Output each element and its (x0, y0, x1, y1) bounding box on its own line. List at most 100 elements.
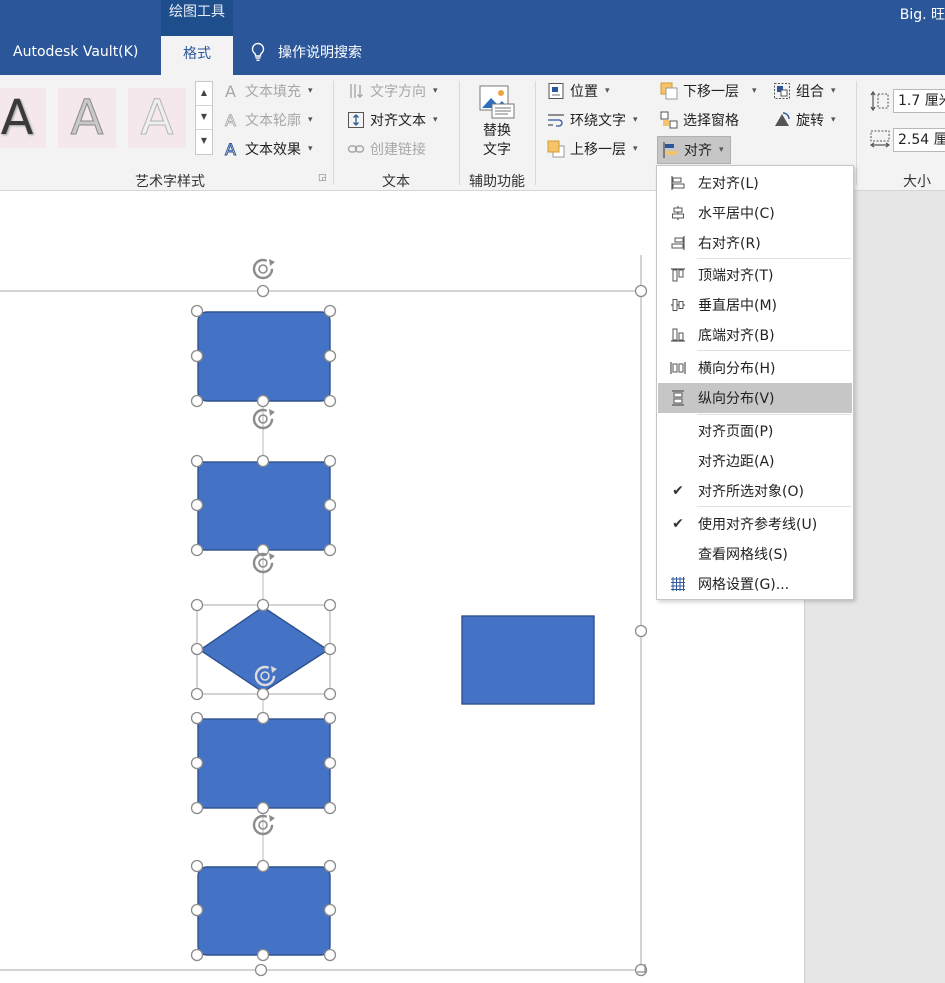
distribute-horizontal-icon (658, 360, 698, 376)
align-left-icon (658, 175, 698, 191)
grid-icon (658, 576, 698, 592)
menu-item-align-bottom[interactable]: 底端对齐(B) (658, 320, 852, 350)
align-center-icon (658, 205, 698, 221)
svg-text:A: A (225, 112, 236, 128)
tab-autodesk-vault[interactable]: Autodesk Vault(K) (13, 44, 138, 60)
group-button[interactable]: 组合 ▾ (773, 81, 836, 101)
height-icon (870, 90, 890, 116)
checkmark-icon: ✔ (672, 516, 684, 532)
wordart-styles-group-label: 艺术字样式 (135, 174, 205, 190)
send-backward-icon (660, 82, 678, 100)
canvas-handle[interactable] (254, 963, 268, 977)
send-backward-button[interactable]: 下移一层 ▾ (660, 81, 757, 101)
text-effects-button[interactable]: A 文本效果 ▾ (222, 139, 313, 159)
menu-item-align-right[interactable]: 右对齐(R) (658, 228, 852, 258)
align-icon (661, 141, 679, 159)
svg-text:A: A (225, 83, 236, 99)
group-icon (773, 82, 791, 100)
menu-item-view-gridlines[interactable]: 查看网格线(S) (658, 539, 852, 569)
checkmark-icon: ✔ (672, 483, 684, 499)
link-icon (347, 140, 365, 158)
alt-text-label: 替换 文字 (483, 123, 511, 158)
rotate-handle-icon[interactable] (252, 408, 275, 430)
menu-separator (697, 350, 851, 351)
menu-item-align-left[interactable]: 左对齐(L) (658, 168, 852, 198)
title-bar: 绘图工具 Big. 旺 Autodesk Vault(K) 格式 操作说明搜索 (0, 0, 945, 75)
flowchart-rect-1[interactable] (190, 258, 337, 408)
text-outline-button[interactable]: A 文本轮廓 ▾ (222, 110, 313, 130)
menu-separator (697, 506, 851, 507)
distribute-vertical-icon (658, 390, 698, 406)
size-group-label: 大小 (903, 174, 931, 190)
wordart-style-3[interactable]: A (128, 88, 186, 148)
accessibility-group-label: 辅助功能 (469, 174, 525, 190)
position-button[interactable]: 位置 ▾ (547, 81, 610, 101)
wrap-text-icon (547, 111, 565, 129)
flowchart-rect-3[interactable] (190, 711, 337, 815)
text-outline-icon: A (222, 111, 240, 129)
menu-item-align-center[interactable]: 水平居中(C) (658, 198, 852, 228)
rotate-icon (773, 111, 791, 129)
text-direction-button[interactable]: 文字方向 ▾ (347, 81, 438, 101)
align-bottom-icon (658, 327, 698, 343)
text-fill-icon: A (222, 82, 240, 100)
text-effects-icon: A (222, 140, 240, 158)
selection-pane-button[interactable]: 选择窗格 (660, 110, 739, 130)
scroll-up-icon[interactable]: ▲ (196, 82, 212, 106)
width-icon (869, 129, 891, 153)
search-tip-label: 操作说明搜索 (278, 45, 362, 61)
wordart-style-2[interactable]: A (58, 88, 116, 148)
text-fill-button[interactable]: A 文本填充 ▾ (222, 81, 313, 101)
svg-text:A: A (225, 141, 236, 157)
user-name[interactable]: Big. 旺 (900, 4, 945, 24)
text-direction-icon (347, 82, 365, 100)
bring-forward-icon (547, 140, 565, 158)
menu-separator (697, 258, 851, 259)
group-divider (459, 81, 460, 185)
align-text-icon (347, 111, 365, 129)
tab-format[interactable]: 格式 (161, 36, 233, 75)
rotate-handle-icon[interactable] (252, 814, 275, 836)
position-icon (547, 82, 565, 100)
selection-pane-icon (660, 111, 678, 129)
menu-item-align-middle[interactable]: 垂直居中(M) (658, 290, 852, 320)
menu-item-align-top[interactable]: 顶端对齐(T) (658, 260, 852, 290)
menu-item-distribute-vertically[interactable]: 纵向分布(V) (658, 383, 852, 413)
align-button[interactable]: 对齐 ▾ (657, 136, 731, 164)
menu-item-align-selected-objects[interactable]: ✔ 对齐所选对象(O) (658, 476, 852, 506)
create-link-button[interactable]: 创建链接 (347, 139, 426, 159)
drawing-tools-context-label: 绘图工具 (161, 0, 233, 36)
alt-text-button[interactable]: 替换 文字 (468, 81, 526, 167)
group-divider (333, 81, 334, 185)
align-middle-icon (658, 297, 698, 313)
scroll-down-icon[interactable]: ▼ (196, 106, 212, 130)
lightbulb-icon (250, 42, 266, 62)
alt-text-icon (479, 85, 515, 119)
canvas-handle[interactable] (634, 284, 648, 298)
menu-item-grid-settings[interactable]: 网格设置(G)... (658, 569, 852, 599)
menu-item-align-to-page[interactable]: 对齐页面(P) (658, 416, 852, 446)
dialog-launcher-icon[interactable]: ◲ (318, 173, 327, 183)
align-dropdown-menu: 左对齐(L) 水平居中(C) 右对齐(R) 顶端对齐(T) 垂直居中(M) 底端… (656, 165, 854, 600)
group-divider (856, 81, 857, 185)
wordart-style-1[interactable]: A (0, 88, 46, 148)
text-group-label: 文本 (382, 174, 410, 190)
menu-separator (697, 414, 851, 415)
tell-me-search[interactable]: 操作说明搜索 (250, 42, 362, 62)
canvas-handle[interactable] (634, 624, 648, 638)
standalone-rectangle[interactable] (461, 615, 595, 705)
menu-item-use-alignment-guides[interactable]: ✔ 使用对齐参考线(U) (658, 509, 852, 539)
menu-item-distribute-horizontally[interactable]: 横向分布(H) (658, 353, 852, 383)
menu-item-align-to-margin[interactable]: 对齐边距(A) (658, 446, 852, 476)
align-text-button[interactable]: 对齐文本 ▾ (347, 110, 438, 130)
rotate-handle-icon[interactable] (252, 258, 275, 280)
shape-height-input[interactable]: 1.7 厘米 (893, 89, 945, 113)
align-right-icon (658, 235, 698, 251)
gallery-more-icon[interactable]: ▼ (196, 130, 212, 154)
rotate-button[interactable]: 旋转 ▾ (773, 110, 836, 130)
group-divider (535, 81, 536, 185)
wordart-gallery-scroll[interactable]: ▲ ▼ ▼ (195, 81, 213, 155)
bring-forward-button[interactable]: 上移一层 ▾ (547, 139, 638, 159)
shape-width-input[interactable]: 2.54 厘米 (893, 128, 945, 152)
wrap-text-button[interactable]: 环绕文字 ▾ (547, 110, 638, 130)
